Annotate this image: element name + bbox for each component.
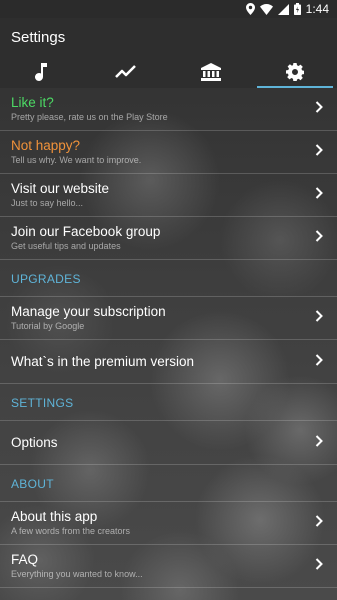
options-item[interactable]: Options <box>0 421 337 465</box>
chevron-right-icon <box>315 101 323 113</box>
faq-item[interactable]: FAQ Everything you wanted to know... <box>0 545 337 588</box>
page-title: Settings <box>11 29 66 46</box>
section-about: ABOUT <box>0 465 337 502</box>
app-bar: Settings <box>0 18 337 88</box>
music-note-icon <box>35 63 48 81</box>
tab-bank[interactable] <box>169 56 253 88</box>
facebook-title: Join our Facebook group <box>11 224 161 239</box>
bank-icon <box>200 63 221 81</box>
about-subtitle: A few words from the creators <box>11 526 131 536</box>
like-it-title: Like it? <box>11 95 54 110</box>
subscription-item[interactable]: Manage your subscription Tutorial by Goo… <box>0 297 337 340</box>
faq-title: FAQ <box>11 552 39 567</box>
status-bar: 1:44 <box>0 0 337 18</box>
not-happy-item[interactable]: Not happy? Tell us why. We want to impro… <box>0 131 337 174</box>
signal-icon <box>277 3 289 15</box>
chevron-right-icon <box>315 187 323 199</box>
location-icon <box>245 3 255 15</box>
status-time: 1:44 <box>305 2 329 16</box>
tab-stats[interactable] <box>84 56 168 88</box>
subscription-subtitle: Tutorial by Google <box>11 321 85 331</box>
tab-bar <box>0 56 337 88</box>
options-title: Options <box>11 435 58 450</box>
section-upgrades-label: UPGRADES <box>11 272 81 286</box>
tab-music[interactable] <box>0 56 84 88</box>
like-it-item[interactable]: Like it? Pretty please, rate us on the P… <box>0 88 337 131</box>
section-settings-label: SETTINGS <box>11 396 74 410</box>
not-happy-subtitle: Tell us why. We want to improve. <box>11 155 142 165</box>
website-subtitle: Just to say hello... <box>11 198 84 208</box>
about-item[interactable]: About this app A few words from the crea… <box>0 502 337 545</box>
gear-icon <box>285 63 304 81</box>
premium-item[interactable]: What`s in the premium version <box>0 340 337 384</box>
about-title: About this app <box>11 509 98 524</box>
section-upgrades: UPGRADES <box>0 260 337 297</box>
chevron-right-icon <box>315 230 323 242</box>
facebook-item[interactable]: Join our Facebook group Get useful tips … <box>0 217 337 260</box>
facebook-subtitle: Get useful tips and updates <box>11 241 121 251</box>
chevron-right-icon <box>315 515 323 527</box>
chevron-right-icon <box>315 354 323 366</box>
tab-settings[interactable] <box>253 56 337 88</box>
chevron-right-icon <box>315 435 323 447</box>
faq-subtitle: Everything you wanted to know... <box>11 569 143 579</box>
premium-title: What`s in the premium version <box>11 354 195 369</box>
like-it-subtitle: Pretty please, rate us on the Play Store <box>11 112 168 122</box>
chevron-right-icon <box>315 558 323 570</box>
website-item[interactable]: Visit our website Just to say hello... <box>0 174 337 217</box>
subscription-title: Manage your subscription <box>11 304 166 319</box>
section-about-label: ABOUT <box>11 477 54 491</box>
settings-list: Like it? Pretty please, rate us on the P… <box>0 88 337 588</box>
wifi-icon <box>259 3 273 15</box>
chevron-right-icon <box>315 310 323 322</box>
trend-line-icon <box>115 65 137 78</box>
section-settings: SETTINGS <box>0 384 337 421</box>
website-title: Visit our website <box>11 181 110 196</box>
not-happy-title: Not happy? <box>11 138 81 153</box>
battery-icon <box>293 3 301 15</box>
chevron-right-icon <box>315 144 323 156</box>
